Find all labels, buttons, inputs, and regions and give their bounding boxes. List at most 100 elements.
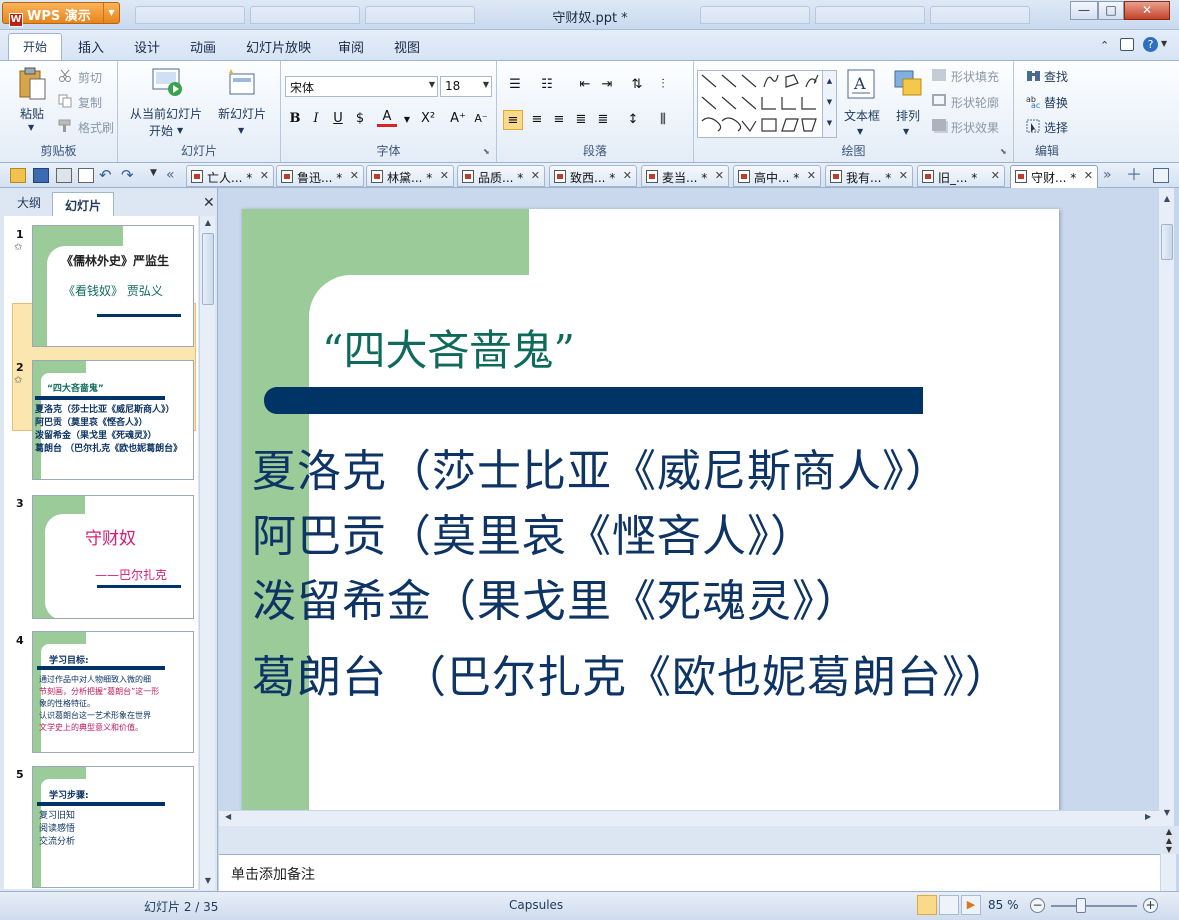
slide-body-line[interactable]: 葛朗台 （巴尔扎克《欧也妮葛朗台》） (252, 641, 1010, 705)
help-icon[interactable]: ? (1143, 37, 1158, 52)
from-current-slide-button[interactable]: 从当前幻灯片 (130, 105, 202, 122)
doc-tab[interactable]: 品质... * ✕ (457, 165, 545, 187)
zoom-slider-knob[interactable] (1076, 898, 1087, 913)
scroll-left-icon[interactable]: ◀ (225, 812, 231, 821)
doc-tab-active[interactable]: 守财... * ✕ (1010, 165, 1098, 189)
align-text-button[interactable]: ⫶ (653, 75, 673, 95)
replace-button[interactable]: 替换 (1044, 94, 1068, 111)
tab-list-icon[interactable] (1153, 168, 1169, 183)
tab-animation[interactable]: 动画 (190, 37, 216, 56)
slide-thumbnail-2[interactable]: “四大吝啬鬼” 夏洛克（莎士比亚《威尼斯商人》） 阿巴贡（莫里哀《悭吝人》） 泼留希… (32, 360, 194, 480)
tab-slides[interactable]: 幻灯片 (52, 192, 114, 216)
slide-thumbnail-4[interactable]: 学习目标: 通过作品中对人物细致入微的细 节刻画，分析把握“葛朗台”这一形 象的性格… (32, 631, 194, 753)
shape-outline-button[interactable]: 形状轮廓 (951, 94, 999, 111)
close-icon[interactable]: ✕ (899, 169, 908, 182)
new-tab-icon[interactable]: ＋ (1126, 167, 1142, 183)
close-icon[interactable]: ✕ (715, 169, 724, 182)
zoom-level[interactable]: 85 % (988, 898, 1019, 912)
distribute-button[interactable]: ≣ (593, 110, 613, 130)
tab-review[interactable]: 审阅 (338, 37, 364, 56)
close-icon[interactable]: ✕ (260, 169, 269, 182)
minimize-button[interactable]: — (1070, 1, 1098, 20)
scroll-down-icon[interactable]: ▼ (1159, 806, 1175, 820)
scroll-down-icon[interactable]: ▼ (200, 874, 216, 888)
slide-body-line[interactable]: 泼留希金（果戈里《死魂灵》） (252, 565, 860, 629)
shape-effect-button[interactable]: 形状效果 (951, 119, 999, 136)
new-slide-button[interactable]: 新幻灯片 (218, 105, 266, 122)
strikethrough-button[interactable]: $ (350, 109, 370, 129)
scroll-up-icon[interactable]: ▲ (200, 216, 216, 230)
notes-pane[interactable]: 单击添加备注 (219, 854, 1160, 891)
close-icon[interactable]: ✕ (1084, 169, 1093, 182)
close-icon[interactable]: ✕ (623, 169, 632, 182)
grow-font-button[interactable]: A⁺ (448, 109, 468, 129)
scroll-right-icon[interactable]: ▶ (1145, 812, 1151, 821)
app-menu-button[interactable]: W WPS 演示 ▼ (2, 2, 120, 27)
doc-tab[interactable]: 麦当... * ✕ (641, 165, 729, 187)
font-name-combo[interactable]: 宋体 ▼ (285, 76, 438, 97)
slide-thumbnail-1[interactable]: 《儒林外史》严监生 《看钱奴》 贾弘义 (32, 225, 194, 347)
tab-home[interactable]: 开始 (8, 33, 62, 60)
tab-view[interactable]: 视图 (394, 37, 420, 56)
close-icon[interactable]: ✕ (991, 169, 1000, 182)
paste-button[interactable]: 粘贴 (20, 105, 44, 122)
customize-icon[interactable]: ▼ (150, 168, 166, 183)
page-nav-icons[interactable]: ▲ ▲ ▼ (1161, 826, 1177, 854)
line-spacing-button[interactable]: ↕ (623, 110, 643, 130)
scrollbar-thumb[interactable] (1161, 224, 1173, 260)
print-preview-icon[interactable] (78, 168, 94, 183)
shapes-gallery[interactable]: ▲ ▼ ▼ (697, 70, 837, 138)
slide-thumbnail-3-selected[interactable]: 守财奴 ——巴尔扎克 (32, 495, 194, 619)
decrease-indent-button[interactable]: ⇤ (575, 75, 595, 95)
zoom-out-icon[interactable]: − (1030, 898, 1045, 913)
superscript-button[interactable]: X² (418, 109, 438, 129)
bold-button[interactable]: B (285, 109, 305, 129)
chevron-down-icon[interactable]: ▼ (397, 110, 417, 130)
zoom-in-icon[interactable]: + (1143, 898, 1158, 913)
save-icon[interactable] (33, 168, 49, 183)
font-color-button[interactable]: A (377, 107, 397, 127)
scroll-right-icon[interactable]: » (1103, 168, 1119, 183)
scrollbar-thumb[interactable] (202, 233, 214, 305)
shrink-font-button[interactable]: A⁻ (471, 109, 491, 129)
italic-button[interactable]: I (306, 109, 326, 129)
shape-fill-button[interactable]: 形状填充 (951, 68, 999, 85)
gallery-scroll[interactable]: ▲ ▼ ▼ (822, 71, 836, 137)
close-icon[interactable]: ✕ (350, 169, 359, 182)
doc-tab[interactable]: 鲁迅... * ✕ (276, 165, 364, 187)
justify-button[interactable]: ≣ (571, 110, 591, 130)
redo-icon[interactable]: ↷ (121, 168, 137, 183)
close-icon[interactable]: ✕ (203, 195, 215, 211)
slide-sorter-icon[interactable] (939, 895, 959, 915)
text-direction-button[interactable]: ⇅ (627, 75, 647, 95)
cut-button[interactable]: 剪切 (78, 69, 102, 86)
slide-body-line[interactable]: 阿巴贡（莫里哀《悭吝人》） (252, 500, 815, 564)
close-icon[interactable]: ✕ (807, 169, 816, 182)
tab-insert[interactable]: 插入 (78, 37, 104, 56)
doc-tab[interactable]: 我有... * ✕ (825, 165, 913, 187)
copy-button[interactable]: 复制 (78, 94, 102, 111)
close-icon[interactable]: ✕ (440, 169, 449, 182)
slide-thumbnail-5[interactable]: 学习步骤: 复习旧知 阅读感悟 交流分析 (32, 766, 194, 888)
close-button[interactable]: ✕ (1124, 1, 1170, 20)
collapse-ribbon-icon[interactable]: ⌃ (1100, 39, 1109, 52)
arrange-button[interactable]: 排列 (896, 107, 920, 124)
slide-vertical-scrollbar[interactable]: ▲ ▼ (1158, 188, 1174, 826)
notes-placeholder[interactable]: 单击添加备注 (231, 864, 315, 884)
maximize-button[interactable]: □ (1098, 1, 1124, 20)
undo-icon[interactable]: ↶ (99, 168, 115, 183)
tab-outline[interactable]: 大纲 (17, 194, 41, 211)
slide-horizontal-scrollbar[interactable]: ◀ ▶ (219, 810, 1160, 826)
textbox-button[interactable]: 文本框 (844, 107, 880, 124)
format-painter-button[interactable]: 格式刷 (78, 119, 114, 136)
chevron-down-icon[interactable]: ▼ (1161, 39, 1167, 48)
tab-design[interactable]: 设计 (134, 37, 160, 56)
find-button[interactable]: 查找 (1044, 68, 1068, 85)
close-icon[interactable]: ✕ (531, 169, 540, 182)
doc-tab[interactable]: 林黛... * ✕ (366, 165, 454, 187)
align-left-button[interactable]: ≡ (503, 110, 523, 130)
scroll-left-icon[interactable]: « (166, 168, 182, 183)
print-icon[interactable] (56, 168, 72, 183)
font-size-combo[interactable]: 18 ▼ (440, 76, 492, 97)
thumbnail-scrollbar[interactable]: ▲ ▼ (199, 216, 215, 890)
